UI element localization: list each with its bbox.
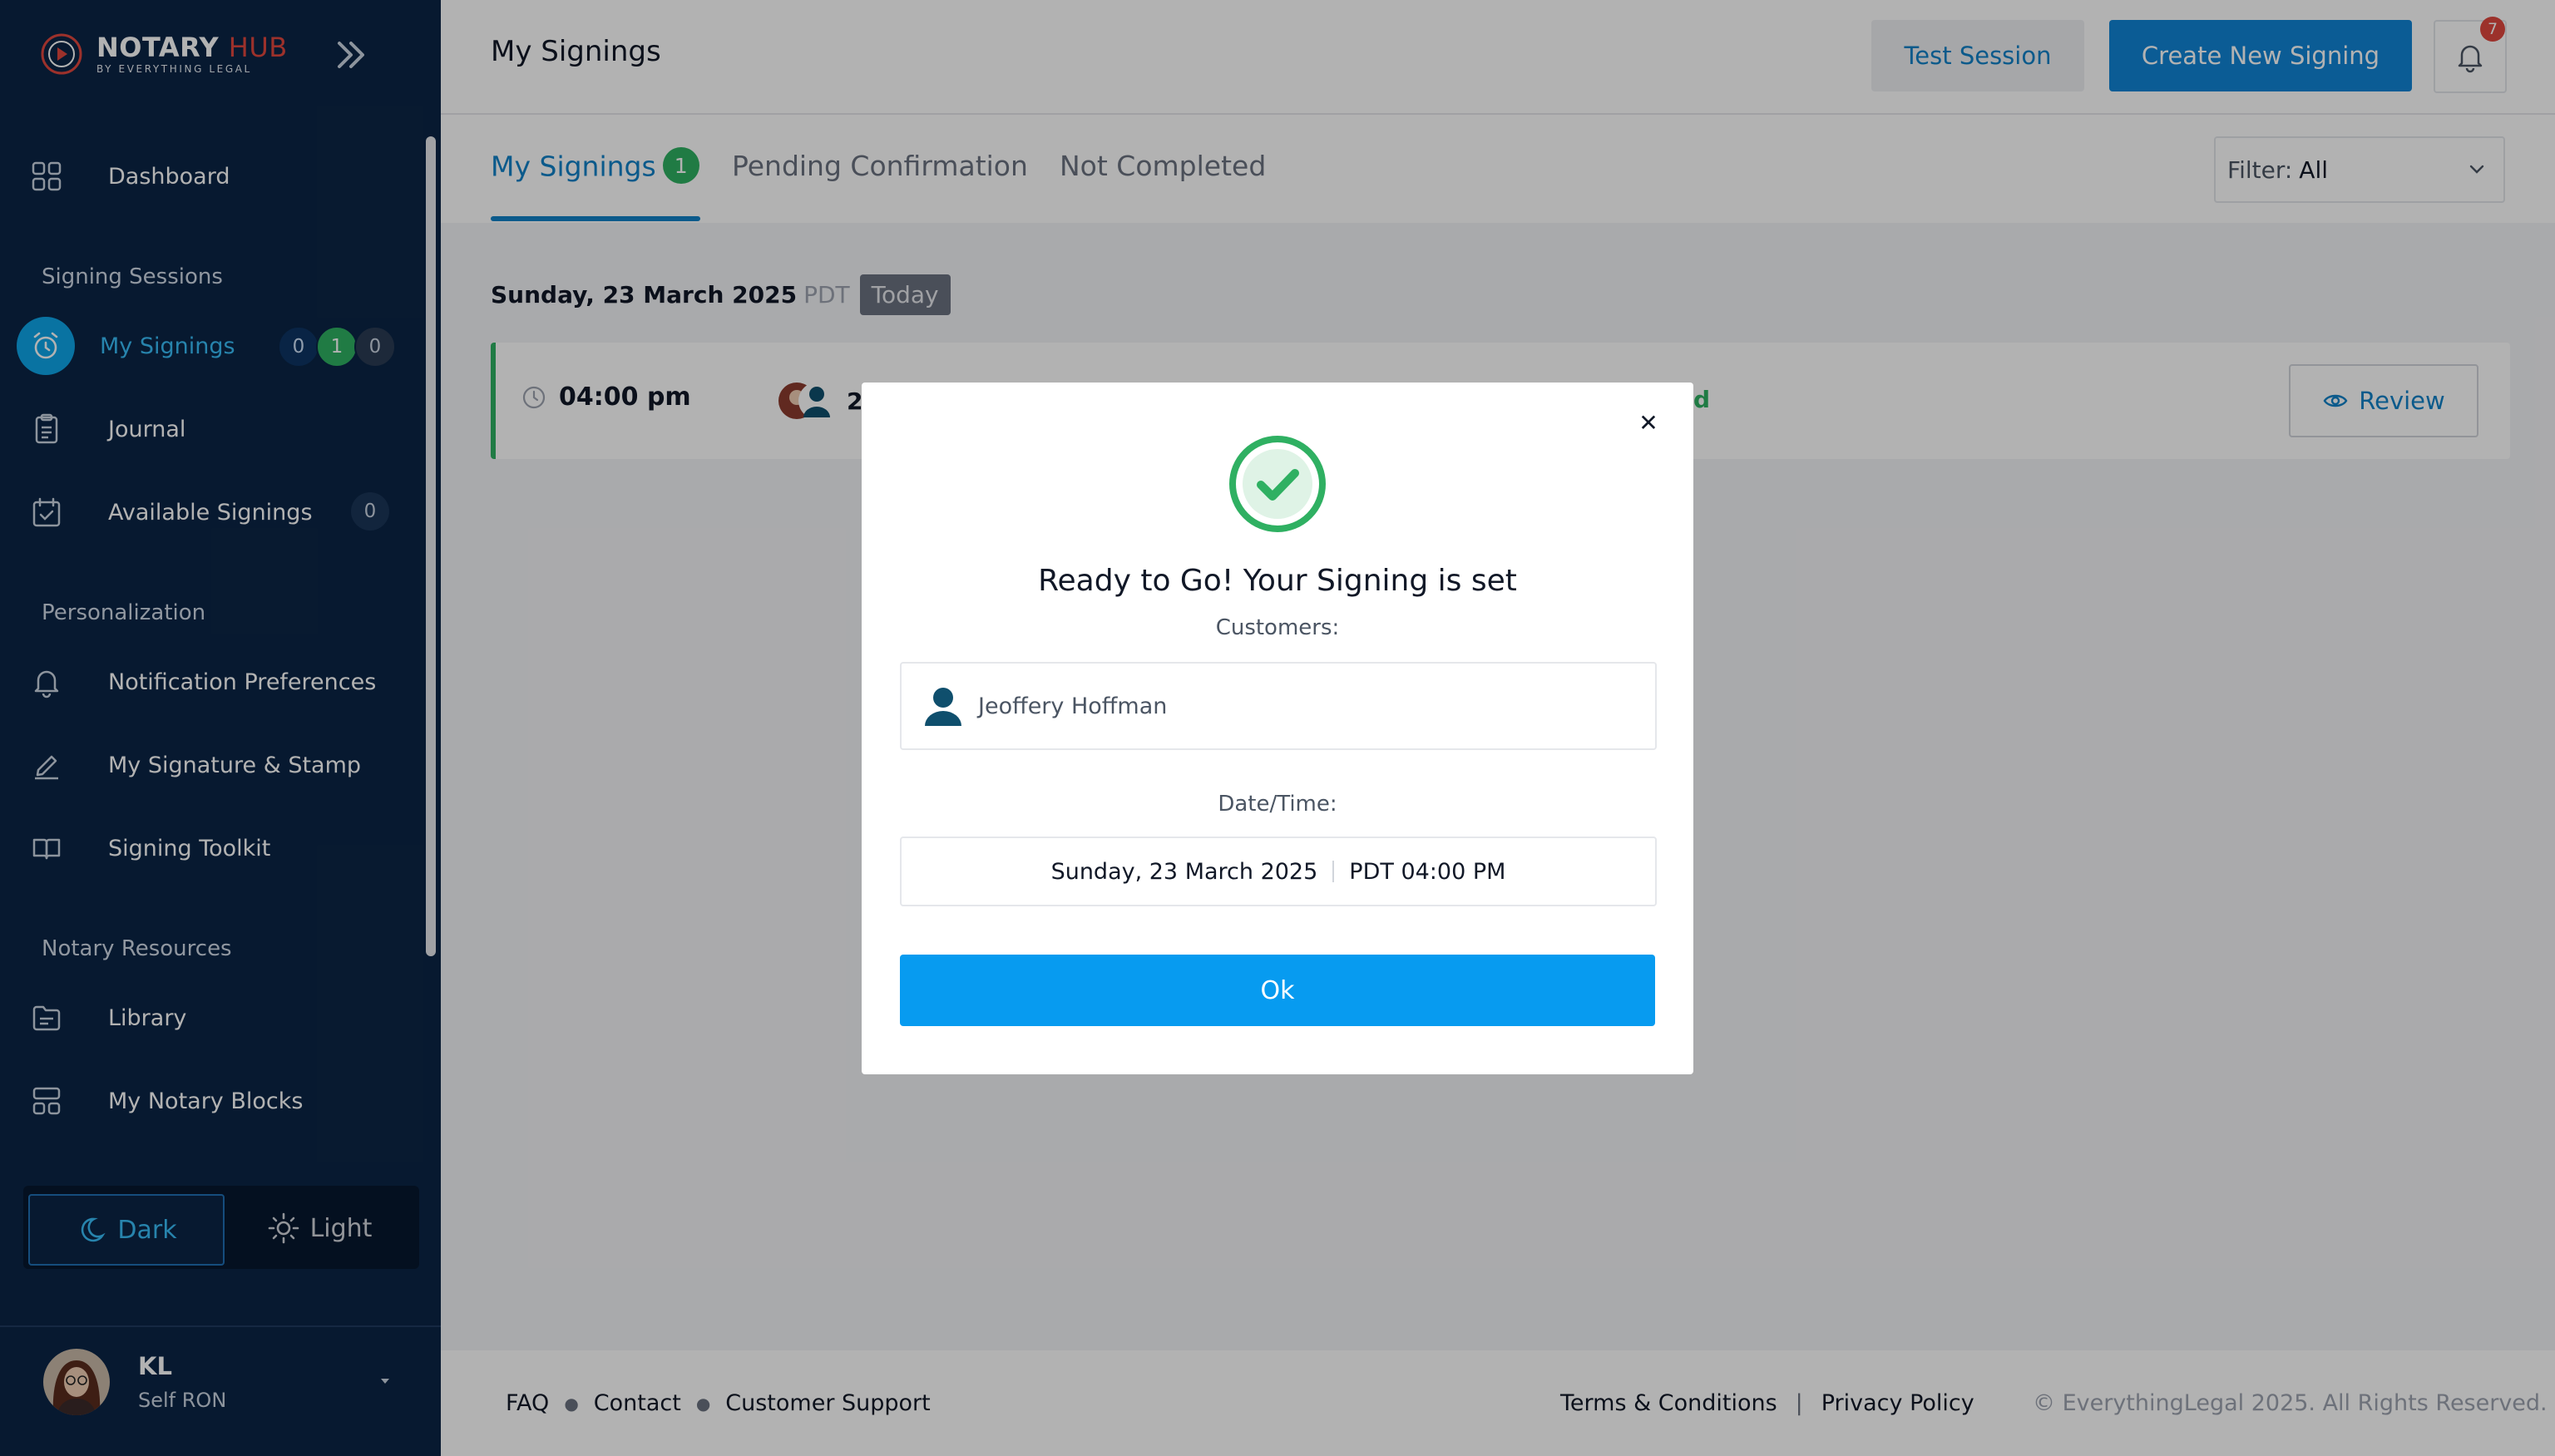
success-check-icon — [1229, 436, 1326, 532]
time-value: PDT 04:00 PM — [1349, 858, 1506, 885]
customer-name: Jeoffery Hoffman — [978, 693, 1168, 719]
datetime-value: Sunday, 23 March 2025 PDT 04:00 PM — [900, 837, 1657, 906]
signing-confirmation-modal: ✕ Ready to Go! Your Signing is set Custo… — [862, 383, 1693, 1074]
close-icon[interactable]: ✕ — [1632, 406, 1665, 439]
modal-title: Ready to Go! Your Signing is set — [1038, 564, 1517, 598]
user-icon — [925, 688, 961, 726]
date-value: Sunday, 23 March 2025 — [1050, 858, 1318, 885]
customer-entry: Jeoffery Hoffman — [900, 662, 1657, 750]
customers-label: Customers: — [1215, 615, 1340, 640]
datetime-label: Date/Time: — [1218, 792, 1337, 817]
ok-button[interactable]: Ok — [900, 955, 1655, 1026]
divider — [1332, 861, 1335, 882]
